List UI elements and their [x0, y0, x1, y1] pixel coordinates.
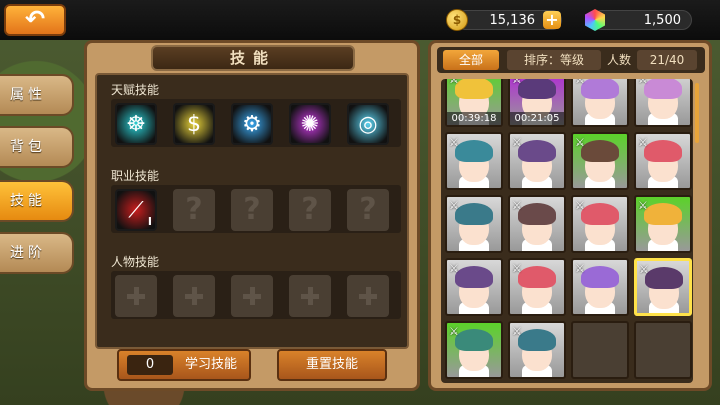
sword-class-icon: ⚔: [575, 79, 585, 86]
sword-class-icon: ⚔: [449, 79, 459, 86]
brain-icon[interactable]: ☸: [115, 103, 157, 145]
filter-all-button[interactable]: 全部: [443, 50, 499, 70]
character-card[interactable]: ⚔: [508, 132, 566, 190]
skill-points-count: 0: [127, 355, 173, 375]
character-card[interactable]: ⚔: [634, 258, 692, 316]
character-card[interactable]: ⚔: [445, 321, 503, 379]
cooldown-timer: 00:39:18: [447, 112, 501, 125]
skill-glyph: ⚙: [242, 111, 262, 137]
learn-skill-button[interactable]: 0 学习技能: [117, 349, 251, 381]
locked-skill-slot[interactable]: ?: [347, 189, 389, 231]
headcount-value: 21/40: [637, 50, 697, 70]
locked-skill-slot[interactable]: ?: [173, 189, 215, 231]
locked-skill-slot[interactable]: ?: [231, 189, 273, 231]
side-tab-2[interactable]: 技能: [0, 180, 74, 222]
character-skills-label: 人物技能: [111, 255, 160, 269]
character-card[interactable]: ⚔: [571, 258, 629, 316]
character-card[interactable]: ⚔: [508, 195, 566, 253]
sword-class-icon: ⚔: [638, 136, 648, 149]
character-card[interactable]: ⚔ 00:39:18: [445, 79, 503, 127]
back-button[interactable]: ↶: [4, 4, 66, 36]
empty-character-slot[interactable]: [571, 321, 629, 379]
sword-class-icon: ⚔: [639, 263, 649, 276]
sword-class-icon: ⚔: [449, 325, 459, 338]
character-card[interactable]: ⚔: [634, 132, 692, 190]
sword-class-icon: ⚔: [512, 199, 522, 212]
add-gold-button[interactable]: +: [543, 11, 561, 29]
add-skill-slot[interactable]: [231, 275, 273, 317]
gear-shield-icon[interactable]: ⚙: [231, 103, 273, 145]
add-skill-slot[interactable]: [289, 275, 331, 317]
sword-class-icon: ⚔: [575, 136, 585, 149]
sword-class-icon: ⚔: [575, 199, 585, 212]
add-skill-slot[interactable]: [115, 275, 157, 317]
talent-skills-label: 天赋技能: [111, 83, 160, 97]
side-tab-3[interactable]: 进阶: [0, 232, 74, 274]
sword-class-icon: ⚔: [638, 199, 648, 212]
learn-skill-label: 学习技能: [185, 357, 238, 372]
sword-class-icon: ⚔: [449, 136, 459, 149]
character-card[interactable]: ⚔: [634, 195, 692, 253]
skill-glyph: ⟋: [128, 197, 144, 223]
character-card[interactable]: ⚔: [508, 321, 566, 379]
character-card[interactable]: ⚔: [445, 132, 503, 190]
sort-dropdown[interactable]: 排序：等级: [507, 50, 601, 70]
panel-title: 技能: [151, 45, 355, 71]
character-card[interactable]: ⚔: [571, 195, 629, 253]
character-card[interactable]: ⚔: [445, 195, 503, 253]
character-card[interactable]: ⚔: [571, 79, 629, 127]
purple-burst-icon[interactable]: ✺: [289, 103, 331, 145]
side-tab-1[interactable]: 背包: [0, 126, 74, 168]
gold-coin-icon: $: [446, 9, 468, 31]
dollar-coin-icon[interactable]: $: [173, 103, 215, 145]
locked-skill-slot[interactable]: ?: [289, 189, 331, 231]
character-card[interactable]: ⚔: [634, 79, 692, 127]
class-skills-row: ⟋ I????: [111, 185, 401, 233]
top-bar: ↶ 15,136 $ + 1,500: [0, 0, 720, 40]
character-grid: ⚔ 00:39:18 ⚔ 00:21:05 ⚔ ⚔ ⚔ ⚔ ⚔ ⚔ ⚔ ⚔ ⚔ ⚔ ⚔ ⚔ ⚔ ⚔ ⚔ ⚔: [441, 79, 693, 383]
reset-skill-button[interactable]: 重置技能: [277, 349, 387, 381]
slash-skill-icon[interactable]: ⟋ I: [115, 189, 157, 231]
sword-class-icon: ⚔: [512, 136, 522, 149]
empty-character-slot[interactable]: [634, 321, 692, 379]
sword-class-icon: ⚔: [512, 325, 522, 338]
add-skill-slot[interactable]: [347, 275, 389, 317]
character-skills-row: [111, 271, 401, 319]
side-tab-0[interactable]: 属性: [0, 74, 74, 116]
roster-panel: 全部 排序：等级 人数 21/40 ⚔ 00:39:18 ⚔ 00:21:05 ⚔ ⚔ ⚔ ⚔…: [428, 40, 712, 391]
sword-class-icon: ⚔: [449, 199, 459, 212]
gold-value: 15,136: [489, 13, 536, 28]
character-card[interactable]: ⚔: [445, 258, 503, 316]
sword-class-icon: ⚔: [638, 79, 648, 86]
gem-value: 1,500: [643, 13, 681, 28]
talent-skills-row: ☸ $ ⚙ ✺ ◎: [111, 99, 401, 147]
skill-glyph: ◎: [358, 111, 378, 137]
gem-counter: 1,500: [592, 10, 692, 30]
headcount-label: 人数: [606, 53, 631, 67]
skill-glyph: ✺: [300, 111, 320, 137]
sword-class-icon: ⚔: [512, 79, 522, 86]
class-skills-label: 职业技能: [111, 169, 160, 183]
skills-panel-body: 天赋技能 ☸ $ ⚙ ✺ ◎ 职业技能 ⟋ I???? 人物技能: [95, 73, 409, 349]
sword-class-icon: ⚔: [512, 262, 522, 275]
skills-panel: 技能 天赋技能 ☸ $ ⚙ ✺ ◎ 职业技能 ⟋ I???? 人物技能 0 学习技能 重置…: [84, 40, 420, 391]
sword-class-icon: ⚔: [575, 262, 585, 275]
character-card[interactable]: ⚔: [508, 258, 566, 316]
grid-scrollbar[interactable]: [695, 83, 699, 143]
add-skill-slot[interactable]: [173, 275, 215, 317]
skill-glyph: ☸: [126, 111, 146, 137]
skill-glyph: $: [187, 111, 201, 137]
character-card[interactable]: ⚔: [571, 132, 629, 190]
book-glasses-icon[interactable]: ◎: [347, 103, 389, 145]
character-card[interactable]: ⚔ 00:21:05: [508, 79, 566, 127]
roster-header: 全部 排序：等级 人数 21/40: [437, 47, 705, 73]
skill-level-badge: I: [147, 215, 152, 228]
cooldown-timer: 00:21:05: [510, 112, 564, 125]
sword-class-icon: ⚔: [449, 262, 459, 275]
